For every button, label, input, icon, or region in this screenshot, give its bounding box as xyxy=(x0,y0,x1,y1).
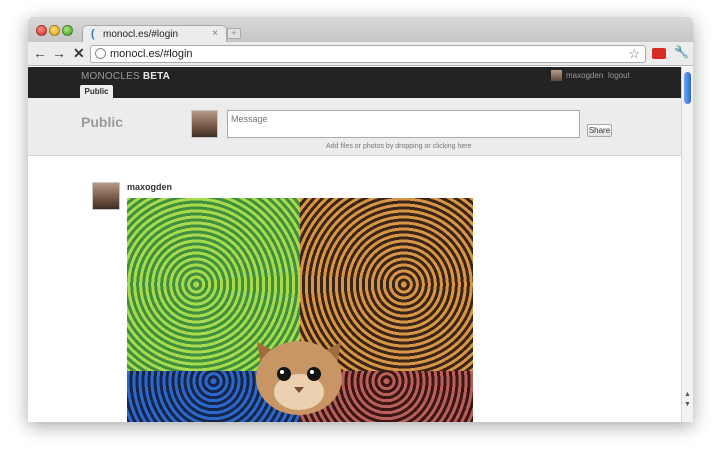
globe-icon xyxy=(95,48,106,59)
star-icon[interactable]: ☆ xyxy=(628,46,640,62)
close-window-button[interactable] xyxy=(36,25,47,36)
file-dropzone[interactable]: Add files or photos by dropping or click… xyxy=(326,143,472,150)
brand-suffix: BETA xyxy=(142,71,171,82)
address-bar[interactable]: monocl.es/#login ☆ xyxy=(90,45,646,63)
scroll-down-icon[interactable]: ▼ xyxy=(684,401,691,408)
titlebar: ( monocl.es/#login × + xyxy=(28,17,693,43)
url-text[interactable]: monocl.es/#login xyxy=(110,48,193,60)
brand-logo[interactable]: MONOCLES BETA xyxy=(81,71,170,82)
user-avatar[interactable] xyxy=(551,70,562,81)
post-author[interactable]: maxogden xyxy=(127,182,172,192)
app-header: MONOCLES BETA Public maxogden logout xyxy=(28,67,681,98)
zoom-window-button[interactable] xyxy=(62,25,73,36)
wrench-icon[interactable]: 🔧 xyxy=(674,45,689,59)
message-input[interactable] xyxy=(227,110,580,138)
compose-title: Public xyxy=(81,114,124,130)
tab-public[interactable]: Public xyxy=(80,85,113,98)
scroll-up-icon[interactable]: ▲ xyxy=(684,391,691,398)
back-icon[interactable]: ← xyxy=(33,45,47,61)
share-button[interactable]: Share xyxy=(587,124,612,137)
browser-toolbar: ← → ✕ monocl.es/#login ☆ 🔧 xyxy=(28,42,693,66)
web-page: MONOCLES BETA Public maxogden logout Pub… xyxy=(28,67,681,422)
brand-prefix: MONOCLES xyxy=(81,71,140,82)
compose-panel: Public Share Add files or photos by drop… xyxy=(28,98,681,156)
new-tab-button[interactable]: + xyxy=(227,28,241,39)
extension-icon[interactable] xyxy=(652,48,666,59)
browser-tab[interactable]: ( monocl.es/#login × xyxy=(82,25,227,43)
vertical-scrollbar[interactable]: ▲ ▼ xyxy=(681,67,693,422)
post-avatar[interactable] xyxy=(92,182,120,210)
tab-title: monocl.es/#login xyxy=(103,29,179,40)
scroll-thumb[interactable] xyxy=(684,72,691,104)
close-tab-icon[interactable]: × xyxy=(212,28,218,39)
user-name-link[interactable]: maxogden xyxy=(566,71,603,80)
logout-link[interactable]: logout xyxy=(608,71,630,80)
loading-icon: ( xyxy=(91,28,95,40)
stop-icon[interactable]: ✕ xyxy=(73,45,85,62)
forward-icon[interactable]: → xyxy=(52,45,66,61)
browser-window: ( monocl.es/#login × + ← → ✕ monocl.es/#… xyxy=(28,17,693,422)
post-image[interactable] xyxy=(127,198,473,422)
compose-avatar xyxy=(191,110,218,138)
minimize-window-button[interactable] xyxy=(49,25,60,36)
cat-face xyxy=(256,341,342,415)
